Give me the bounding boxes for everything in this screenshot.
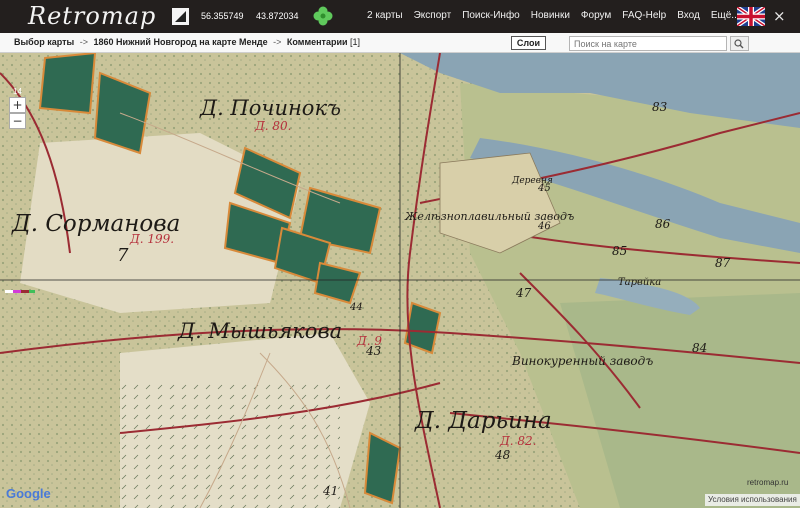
label-n48: 48 [494, 448, 511, 462]
main-menu: 2 карты Экспорт Поиск-Инфо Новинки Форум… [367, 10, 751, 21]
menu-item-export[interactable]: Экспорт [414, 10, 452, 21]
search-button[interactable] [730, 36, 749, 51]
close-icon[interactable]: × [773, 7, 786, 25]
label-n86: 86 [655, 217, 671, 231]
retromap-watermark: retromap.ru [747, 478, 789, 487]
layers-button[interactable]: Слои [511, 36, 546, 50]
breadcrumb-separator: -> [79, 37, 89, 47]
breadcrumb-bar: Выбор карты -> 1860 Нижний Новгород на к… [0, 33, 800, 53]
retromap-logo[interactable]: Retromap [28, 2, 156, 30]
label-sormanova-num: Д. 199. [129, 232, 174, 246]
comments-link[interactable]: Комментарии [287, 37, 348, 47]
breadcrumb-separator: -> [273, 37, 282, 47]
zoom-out-button[interactable]: − [9, 113, 26, 129]
zoom-in-button[interactable]: + [9, 97, 26, 113]
cursor-tool-icon[interactable] [172, 8, 189, 25]
menu-item-more[interactable]: Ещё... [711, 10, 740, 21]
clover-icon[interactable] [312, 5, 334, 27]
search-icon [734, 39, 744, 49]
label-myshyakova: Д. Мышьякова [177, 319, 342, 343]
comments-count: [1] [350, 37, 361, 47]
menu-item-search-info[interactable]: Поиск-Инфо [462, 10, 520, 21]
label-n44: 44 [349, 302, 363, 313]
historic-map: Д. Починокъ Д. Сорманова Д. Мышьякова Д.… [0, 53, 800, 508]
google-logo[interactable]: Google [6, 486, 51, 501]
label-pochinok-num: Д. 80. [254, 119, 291, 133]
label-n45: 45 [537, 183, 551, 194]
menu-item-faq-help[interactable]: FAQ-Help [622, 10, 666, 21]
map-search-input[interactable] [569, 36, 727, 51]
top-bar: Retromap 56.355749 43.872034 2 карты Экс… [0, 0, 800, 33]
label-darina: Д. Дарьина [414, 408, 552, 434]
label-n46: 46 [537, 221, 551, 232]
zoom-control: 14 + − [9, 87, 26, 129]
menu-item-two-maps[interactable]: 2 карты [367, 10, 403, 21]
menu-item-login[interactable]: Вход [677, 10, 700, 21]
map-canvas[interactable]: Д. Починокъ Д. Сорманова Д. Мышьякова Д.… [0, 53, 800, 508]
map-scale-marker [5, 278, 35, 293]
longitude-readout: 43.872034 [256, 11, 299, 21]
label-n43: 43 [365, 344, 382, 358]
menu-item-forum[interactable]: Форум [581, 10, 611, 21]
label-n85: 85 [612, 244, 627, 258]
terms-of-use-link[interactable]: Условия использования [705, 494, 800, 506]
label-n7: 7 [117, 245, 129, 266]
label-darina-num: Д. 82. [499, 434, 536, 448]
label-n47: 47 [515, 286, 532, 300]
breadcrumb: Выбор карты -> 1860 Нижний Новгород на к… [14, 37, 360, 47]
zoom-level: 14 [13, 87, 22, 96]
label-tarvyka: Тарвйка [618, 277, 661, 288]
label-n84: 84 [692, 341, 707, 355]
menu-item-news[interactable]: Новинки [531, 10, 570, 21]
latitude-readout: 56.355749 [201, 11, 244, 21]
uk-flag-icon[interactable] [735, 5, 767, 28]
label-n83: 83 [652, 100, 668, 114]
label-n41: 41 [322, 484, 338, 498]
label-n87: 87 [715, 256, 731, 270]
label-vinokurenny: Винокуренный заводъ [511, 354, 653, 368]
label-pochinok: Д. Починокъ [199, 96, 341, 120]
breadcrumb-root[interactable]: Выбор карты [14, 37, 74, 47]
breadcrumb-map-title[interactable]: 1860 Нижний Новгород на карте Менде [94, 37, 268, 47]
